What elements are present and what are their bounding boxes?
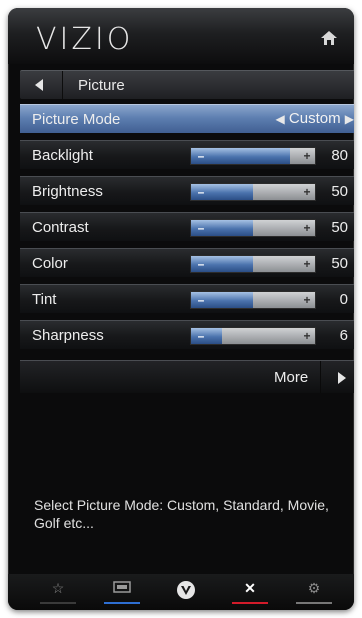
menu-item-picture-mode[interactable]: Picture Mode ◀ Custom ▶ xyxy=(20,104,354,133)
minus-icon: – xyxy=(197,329,205,343)
color-label: Color xyxy=(32,255,68,272)
home-icon[interactable] xyxy=(320,30,338,46)
header: VIZIO xyxy=(8,8,354,64)
picture-mode-selector[interactable]: ◀ Custom ▶ xyxy=(276,110,355,127)
widgets-icon xyxy=(113,581,131,593)
brightness-label: Brightness xyxy=(32,183,103,200)
star-icon: ☆ xyxy=(51,580,65,596)
vizio-v-icon xyxy=(177,581,195,599)
minus-icon: – xyxy=(197,221,205,235)
menu-item-contrast[interactable]: Contrast – + 50 xyxy=(20,212,354,241)
plus-icon: + xyxy=(303,257,311,271)
tint-value: 0 xyxy=(339,291,348,308)
widgets-button[interactable] xyxy=(98,580,146,604)
menu-item-sharpness[interactable]: Sharpness – + 6 xyxy=(20,320,354,349)
footer-toolbar: ☆ ✕ ⚙ xyxy=(8,574,354,610)
back-arrow[interactable] xyxy=(20,71,63,99)
help-text: Select Picture Mode: Custom, Standard, M… xyxy=(34,497,329,531)
backlight-label: Backlight xyxy=(32,147,93,164)
footer-underline xyxy=(40,602,76,604)
plus-icon: + xyxy=(303,221,311,235)
vizio-logo: VIZIO xyxy=(36,22,134,57)
exit-button[interactable]: ✕ xyxy=(226,580,274,604)
minus-icon: – xyxy=(197,293,205,307)
plus-icon: + xyxy=(303,329,311,343)
menu-item-backlight[interactable]: Backlight – + 80 xyxy=(20,140,354,169)
plus-icon: + xyxy=(303,293,311,307)
minus-icon: – xyxy=(197,149,205,163)
settings-icon: ⚙ xyxy=(307,580,321,596)
close-icon: ✕ xyxy=(244,580,256,596)
more-label: More xyxy=(274,369,309,386)
sharpness-slider[interactable]: – + xyxy=(190,327,316,345)
chevron-right-icon[interactable]: ▶ xyxy=(345,112,354,126)
minus-icon: – xyxy=(197,257,205,271)
footer-underline xyxy=(296,602,332,604)
breadcrumb-picture: Picture xyxy=(78,77,125,94)
back-to-picture-button[interactable]: Picture xyxy=(20,70,354,99)
color-slider[interactable]: – + xyxy=(190,255,316,273)
contrast-slider[interactable]: – + xyxy=(190,219,316,237)
divider xyxy=(320,361,321,393)
contrast-label: Contrast xyxy=(32,219,89,236)
color-value: 50 xyxy=(331,255,348,272)
backlight-slider[interactable]: – + xyxy=(190,147,316,165)
brightness-value: 50 xyxy=(331,183,348,200)
chevron-right-icon xyxy=(338,372,346,384)
contrast-value: 50 xyxy=(331,219,348,236)
minus-icon: – xyxy=(197,185,205,199)
favorites-button[interactable]: ☆ xyxy=(34,580,82,604)
tint-slider[interactable]: – + xyxy=(190,291,316,309)
menu-item-color[interactable]: Color – + 50 xyxy=(20,248,354,277)
menu-item-brightness[interactable]: Brightness – + 50 xyxy=(20,176,354,205)
footer-underline-red xyxy=(232,602,268,604)
sharpness-label: Sharpness xyxy=(32,327,104,344)
footer-underline-blue xyxy=(104,602,140,604)
plus-icon: + xyxy=(303,185,311,199)
brightness-slider[interactable]: – + xyxy=(190,183,316,201)
left-arrow-icon xyxy=(35,79,43,91)
tint-label: Tint xyxy=(32,291,57,308)
vizio-button[interactable] xyxy=(162,580,210,604)
menu-item-tint[interactable]: Tint – + 0 xyxy=(20,284,354,313)
picture-mode-value: Custom xyxy=(288,110,341,127)
chevron-left-icon[interactable]: ◀ xyxy=(276,112,285,126)
more-button[interactable]: More xyxy=(20,360,354,393)
picture-settings-panel: VIZIO Picture Picture Mode ◀ Custom ▶ Ba… xyxy=(8,8,354,610)
plus-icon: + xyxy=(303,149,311,163)
sharpness-value: 6 xyxy=(339,327,348,344)
backlight-value: 80 xyxy=(331,147,348,164)
settings-button[interactable]: ⚙ xyxy=(290,580,338,604)
picture-mode-label: Picture Mode xyxy=(32,111,121,128)
